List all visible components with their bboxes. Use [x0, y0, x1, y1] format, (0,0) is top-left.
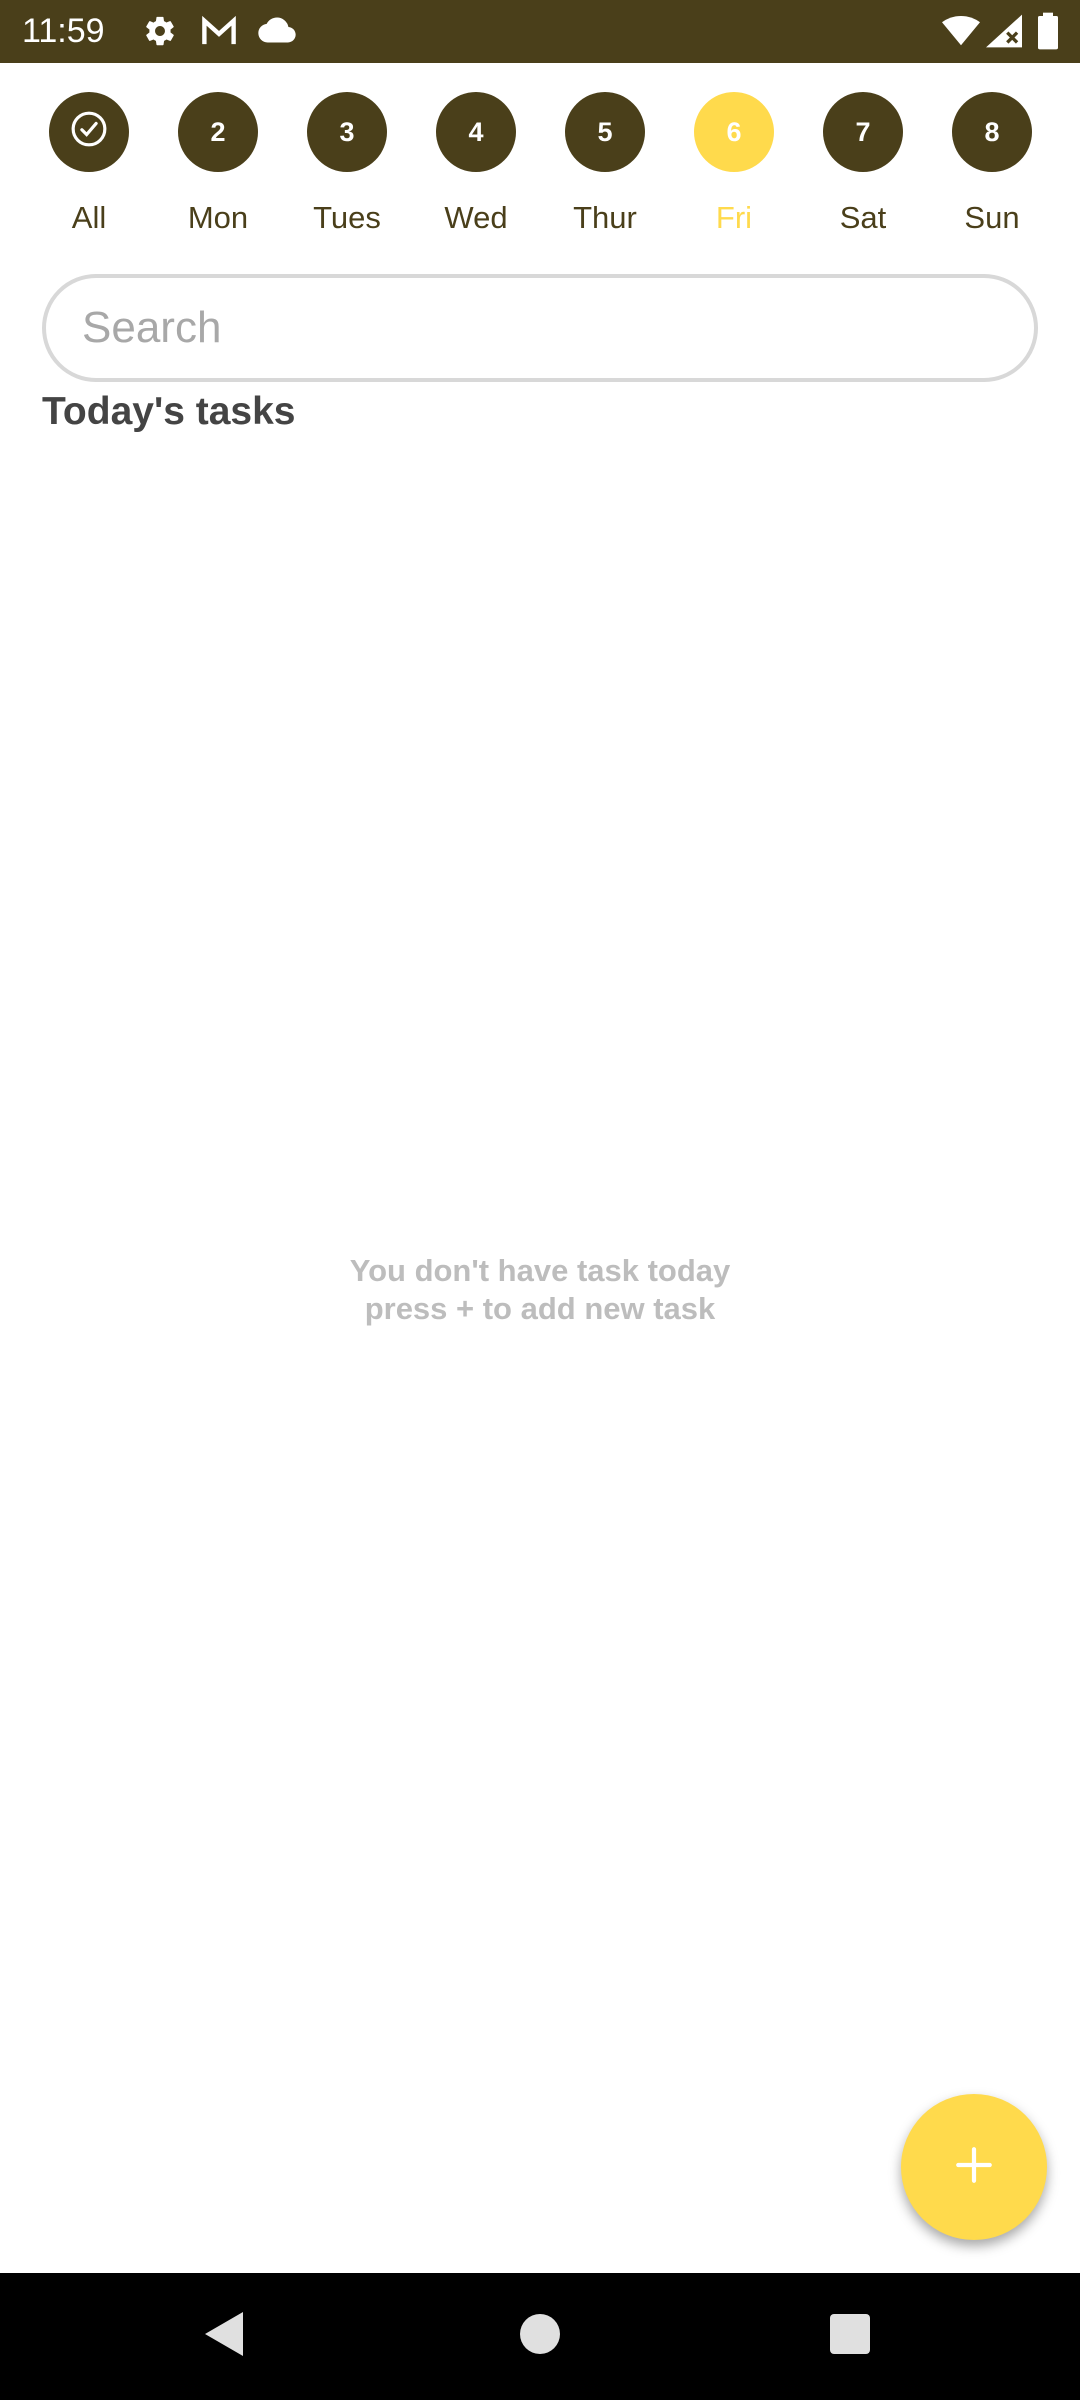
day-selector: All 2 Mon 3 Tues 4 Wed 5 Thur 6 Fri 7 Sa…: [0, 92, 1080, 242]
day-sat[interactable]: 7 Sat: [803, 92, 923, 242]
check-circle-icon: [70, 110, 108, 155]
cloud-icon: [258, 16, 296, 49]
status-bar: 11:59: [0, 0, 1080, 63]
day-number: 4: [436, 92, 516, 172]
signal-icon: [986, 14, 1022, 53]
day-number: 6: [694, 92, 774, 172]
day-label: Sun: [964, 200, 1020, 235]
home-icon: [520, 2314, 560, 2359]
day-tues[interactable]: 3 Tues: [287, 92, 407, 242]
day-label: Mon: [187, 200, 249, 235]
home-button[interactable]: [500, 2273, 580, 2400]
back-icon: [203, 2310, 247, 2363]
empty-state-line1: You don't have task today: [349, 1253, 731, 1288]
recents-button[interactable]: [810, 2273, 890, 2400]
day-label: Fri: [715, 200, 753, 235]
day-all[interactable]: All: [29, 92, 149, 242]
battery-icon: [1038, 12, 1058, 55]
gmail-icon: [200, 14, 238, 53]
recents-icon: [830, 2314, 870, 2359]
day-label: Tues: [313, 200, 381, 235]
day-label: Thur: [573, 200, 637, 235]
day-number: 5: [565, 92, 645, 172]
day-circle: [49, 92, 129, 172]
system-nav-bar: [0, 2273, 1080, 2400]
status-time: 11:59: [22, 12, 105, 50]
section-title: Today's tasks: [42, 390, 296, 433]
day-number: 2: [178, 92, 258, 172]
search-input[interactable]: [42, 274, 1038, 382]
day-number: 8: [952, 92, 1032, 172]
back-button[interactable]: [185, 2273, 265, 2400]
day-fri[interactable]: 6 Fri: [674, 92, 794, 242]
gear-icon: [143, 14, 177, 53]
empty-state-line2: press + to add new task: [364, 1291, 716, 1326]
day-mon[interactable]: 2 Mon: [158, 92, 278, 242]
day-label: All: [71, 200, 107, 235]
day-thur[interactable]: 5 Thur: [545, 92, 665, 242]
day-wed[interactable]: 4 Wed: [416, 92, 536, 242]
wifi-icon: [942, 14, 980, 53]
day-label: Wed: [444, 200, 508, 235]
add-task-button[interactable]: [901, 2094, 1047, 2240]
day-sun[interactable]: 8 Sun: [932, 92, 1052, 242]
day-label: Sat: [839, 200, 887, 235]
empty-state: You don't have task today press + to add…: [0, 1252, 1080, 1328]
plus-icon: [953, 2144, 995, 2191]
day-number: 7: [823, 92, 903, 172]
day-number: 3: [307, 92, 387, 172]
